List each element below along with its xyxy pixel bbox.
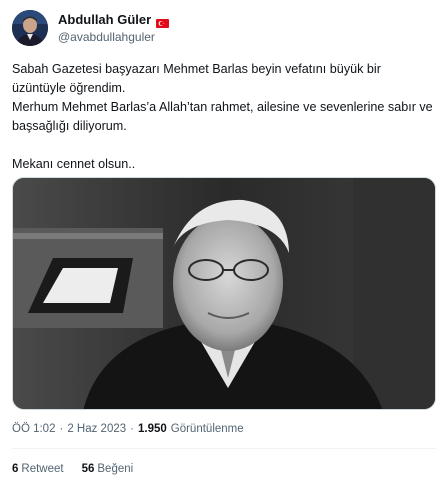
meta-separator: ·	[130, 423, 134, 435]
retweets-count: 6	[12, 463, 19, 475]
likes-stat[interactable]: 56 Beğeni	[82, 462, 134, 476]
views-count: 1.950	[137, 423, 167, 435]
author-handle[interactable]: @avabdullahguler	[58, 30, 155, 44]
meta-separator: ·	[59, 423, 64, 435]
tweet-time[interactable]: ÖÖ 1:02	[12, 422, 55, 436]
turkey-flag-icon	[156, 15, 170, 28]
tweet-photo[interactable]	[12, 177, 436, 410]
avatar[interactable]	[12, 10, 48, 46]
author-display-name[interactable]: Abdullah Güler	[58, 12, 151, 27]
tweet-text-line: Sabah Gazetesi başyazarı Mehmet Barlas b…	[12, 62, 381, 95]
likes-count: 56	[81, 463, 95, 475]
tweet-card: Abdullah Güler @avabdullahguler Sabah Ga…	[0, 0, 448, 484]
retweets-stat[interactable]: 6 Retweet	[12, 462, 64, 476]
tweet-text-line: Merhum Mehmet Barlas’a Allah’tan rahmet,…	[12, 100, 433, 133]
views-label: Görüntülenme	[170, 423, 244, 435]
tweet-date[interactable]: 2 Haz 2023	[67, 422, 126, 436]
likes-label: Beğeni	[97, 463, 134, 475]
tweet-meta: ÖÖ 1:02 · 2 Haz 2023 · 1.950 Görüntülenm…	[12, 422, 244, 436]
retweets-label: Retweet	[21, 463, 64, 475]
divider	[12, 448, 436, 449]
tweet-stats: 6 Retweet 56 Beğeni	[12, 462, 133, 476]
tweet-text-line: Mekanı cennet olsun..	[12, 157, 136, 171]
author-name-row: Abdullah Güler	[58, 12, 170, 28]
tweet-text: Sabah Gazetesi başyazarı Mehmet Barlas b…	[12, 60, 436, 174]
